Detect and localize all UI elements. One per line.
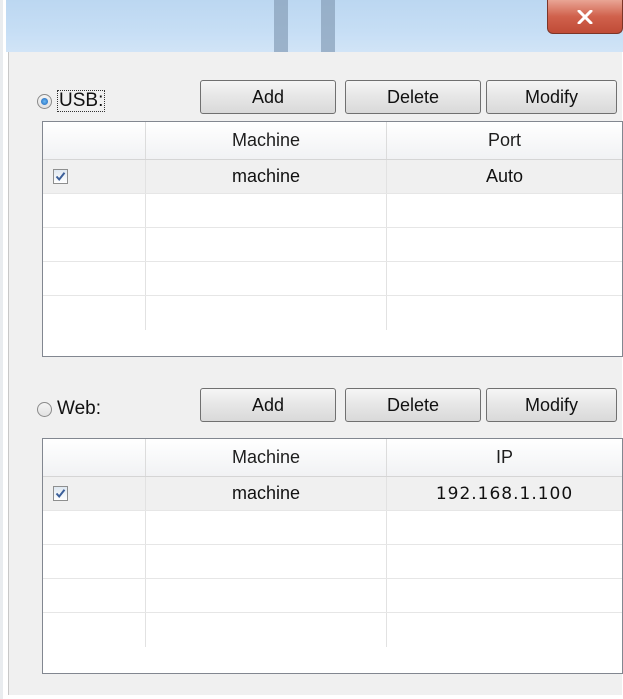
usb-radio[interactable] (37, 93, 52, 109)
port-cell: Auto (485, 166, 524, 186)
empty-row (43, 194, 622, 228)
table-header: Machine IP (43, 439, 622, 477)
usb-radio-option[interactable]: USB: (37, 88, 106, 114)
checkmark-icon (55, 172, 66, 182)
empty-row (43, 579, 622, 613)
table-row[interactable]: machine Auto (43, 160, 622, 194)
close-button[interactable] (547, 0, 623, 34)
dialog-body: USB: Add Delete Modify Machine Port mach… (8, 52, 623, 695)
web-delete-button[interactable]: Delete (345, 388, 481, 422)
usb-add-button[interactable]: Add (200, 80, 336, 114)
empty-row (43, 262, 622, 296)
checkbox-column-header[interactable] (43, 439, 146, 476)
table-header: Machine Port (43, 122, 622, 160)
empty-row (43, 296, 622, 330)
checkbox-column-header[interactable] (43, 122, 146, 159)
usb-radio-label: USB: (57, 90, 106, 112)
row-checkbox[interactable] (53, 169, 68, 184)
web-machine-table[interactable]: Machine IP machine 192.168.1.100 (42, 438, 623, 674)
title-bar-decoration (274, 0, 288, 52)
close-icon (577, 9, 593, 24)
empty-row (43, 613, 622, 647)
radio-selected-indicator (41, 97, 48, 105)
window-edge (0, 0, 3, 699)
usb-delete-button[interactable]: Delete (345, 80, 481, 114)
usb-machine-table[interactable]: Machine Port machine Auto (42, 121, 623, 357)
empty-row (43, 545, 622, 579)
web-modify-button[interactable]: Modify (486, 388, 617, 422)
row-checkbox-cell (43, 477, 146, 510)
web-radio[interactable] (37, 401, 52, 417)
machine-cell: machine (146, 160, 387, 193)
port-column-header[interactable]: Port (387, 122, 622, 159)
web-radio-option[interactable]: Web: (37, 396, 101, 422)
row-checkbox[interactable] (53, 486, 68, 501)
title-bar (6, 0, 623, 52)
ip-cell: 192.168.1.100 (435, 483, 574, 504)
empty-row (43, 228, 622, 262)
title-bar-decoration (321, 0, 335, 52)
empty-row (43, 511, 622, 545)
checkmark-icon (55, 489, 66, 499)
ip-column-header[interactable]: IP (387, 439, 622, 476)
table-row[interactable]: machine 192.168.1.100 (43, 477, 622, 511)
web-radio-label: Web: (57, 398, 102, 419)
row-checkbox-cell (43, 160, 146, 193)
usb-modify-button[interactable]: Modify (486, 80, 617, 114)
web-add-button[interactable]: Add (200, 388, 336, 422)
machine-column-header[interactable]: Machine (146, 439, 387, 476)
machine-column-header[interactable]: Machine (146, 122, 387, 159)
machine-cell: machine (146, 477, 387, 510)
